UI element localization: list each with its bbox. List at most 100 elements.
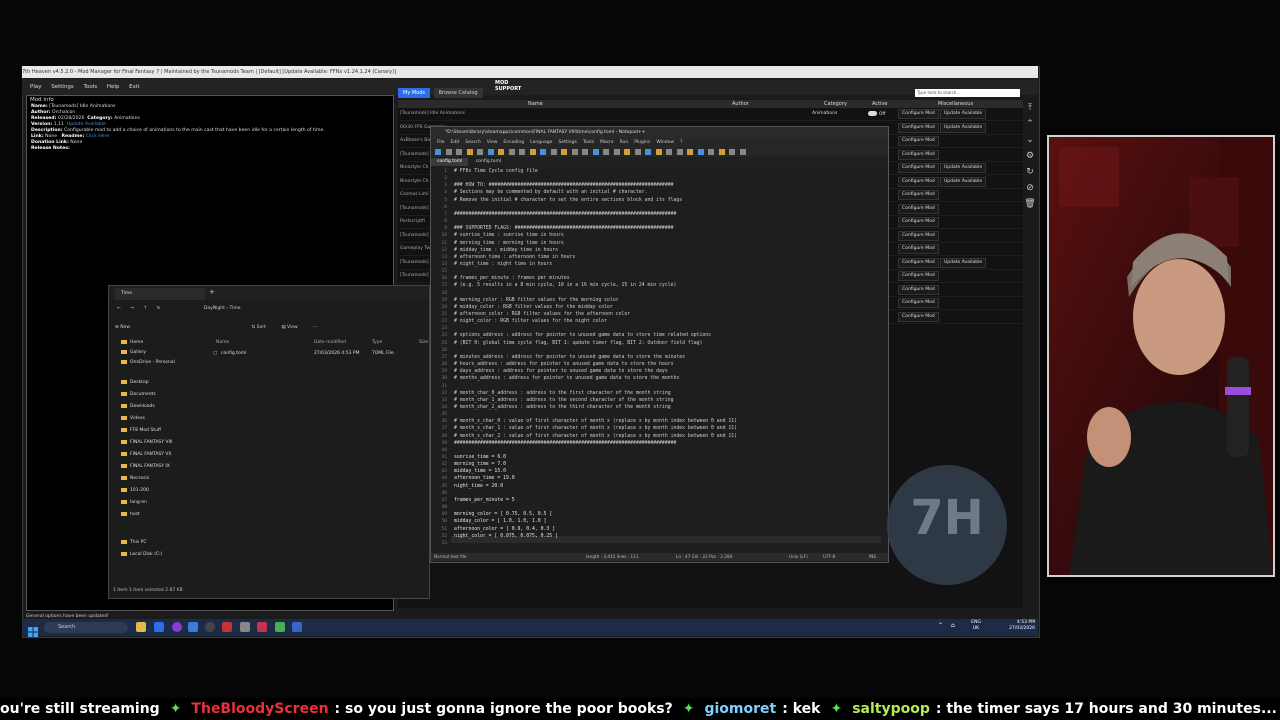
back-icon[interactable]: ←	[117, 306, 121, 311]
more-icon[interactable]: ···	[313, 325, 317, 330]
toolbar-icon[interactable]	[529, 149, 536, 155]
mod-search-input[interactable]: Type here to search...	[915, 89, 1020, 97]
keyboard-language[interactable]: ENG UK	[968, 620, 984, 632]
delete-icon[interactable]: 🗑	[1022, 196, 1038, 212]
notepad-menu-item[interactable]: Encoding	[503, 140, 524, 145]
toolbar-icon[interactable]	[487, 149, 494, 155]
update-available-button[interactable]: Update Available	[940, 163, 987, 173]
nav-item[interactable]: Local Disk (C:)	[121, 550, 162, 559]
col-category[interactable]: Category	[824, 100, 847, 108]
configure-mod-button[interactable]: Configure Mod	[898, 257, 939, 268]
code-editor[interactable]: 1 # FF8x Time Cycle config file 2 3 ### HOW …	[431, 167, 881, 555]
toolbar-icon[interactable]	[540, 149, 546, 155]
browser-icon[interactable]	[154, 622, 164, 632]
nav-item[interactable]: Necrosis	[121, 474, 149, 483]
nav-item[interactable]: FINAL FANTASY VIII	[121, 438, 173, 447]
nav-item[interactable]: Desktop	[121, 378, 149, 387]
toolbar-icon[interactable]	[477, 149, 483, 155]
view-button[interactable]: ▤ View	[281, 325, 297, 330]
toolbar-icon[interactable]	[519, 149, 525, 155]
tab-browse-catalog[interactable]: Browse Catalog	[433, 88, 483, 98]
notepad-menu-item[interactable]: Edit	[451, 140, 460, 145]
tab-config-1[interactable]: config.toml	[431, 158, 469, 166]
steam-icon[interactable]	[188, 622, 198, 632]
move-top-icon[interactable]: ⤒	[1022, 100, 1038, 116]
move-up-icon[interactable]: ⌃	[1022, 116, 1038, 132]
nav-item[interactable]: FF8 Mod Stuff	[121, 426, 161, 435]
notepad-menu-item[interactable]: Plugins	[634, 140, 650, 145]
col-size[interactable]: Size	[419, 340, 428, 345]
tab-config-2[interactable]: config.toml	[470, 158, 507, 166]
notepad-menu-item[interactable]: Search	[465, 140, 480, 145]
configure-mod-button[interactable]: Configure Mod	[898, 203, 939, 214]
toolbar-icon[interactable]	[550, 149, 557, 155]
notepad-menu-item[interactable]: Window	[656, 140, 674, 145]
7h-taskbar-icon[interactable]	[292, 622, 302, 632]
update-available-button[interactable]: Update Available	[940, 176, 987, 187]
windows-start-icon[interactable]	[28, 622, 38, 637]
update-available-button[interactable]: Update Available	[940, 122, 987, 133]
nav-item[interactable]: Gallery	[121, 348, 146, 357]
notepad-menu-item[interactable]: Tools	[583, 140, 594, 145]
file-row[interactable]: ▢ config.toml 27/03/2026 4:53 PM TOML Fi…	[211, 351, 426, 360]
toolbar-icon[interactable]	[613, 149, 620, 155]
nav-item[interactable]: FINAL FANTASY VII	[121, 450, 171, 459]
active-toggle[interactable]: Off	[868, 111, 886, 117]
toolbar-icon[interactable]	[582, 149, 588, 155]
sort-button[interactable]: ⇅ Sort	[251, 325, 265, 330]
file-name[interactable]: config.toml	[221, 351, 246, 356]
obs-icon[interactable]	[172, 622, 182, 632]
menu-tools[interactable]: Tools	[84, 84, 98, 90]
nav-item[interactable]: Videos	[121, 414, 145, 423]
nav-item[interactable]: FINAL FANTASY IX	[121, 462, 170, 471]
block-icon[interactable]: ⊘	[1022, 180, 1038, 196]
update-available-button[interactable]: Update Available	[940, 257, 987, 268]
notepad-menu-item[interactable]: Macro	[600, 140, 614, 145]
taskbar-search[interactable]: Search	[44, 622, 128, 633]
toolbar-icon[interactable]	[592, 149, 599, 155]
col-date-modified[interactable]: Date modified	[314, 340, 346, 345]
move-down-icon[interactable]: ⌄	[1022, 132, 1038, 148]
toolbar-icon[interactable]	[697, 149, 704, 155]
menu-settings[interactable]: Settings	[51, 84, 74, 90]
notepad-menu-item[interactable]: Settings	[558, 140, 576, 145]
explorer-tab[interactable]: Time	[115, 288, 205, 300]
refresh-icon[interactable]: ↻	[157, 306, 161, 311]
app-red-icon[interactable]	[222, 622, 232, 632]
toolbar-icon[interactable]	[456, 149, 462, 155]
nav-item[interactable]: This PC	[121, 538, 146, 547]
toolbar-icon[interactable]	[718, 149, 725, 155]
toolbar-icon[interactable]	[739, 149, 746, 155]
configure-mod-button[interactable]: Configure Mod	[898, 311, 939, 322]
readme-link[interactable]: Click Here	[86, 134, 109, 139]
breadcrumb-daynight[interactable]: DayNight	[204, 306, 225, 311]
tab-my-mods[interactable]: My Mods	[398, 88, 431, 98]
breadcrumb-time[interactable]: Time	[230, 306, 241, 311]
configure-mod-button[interactable]: Configure Mod	[898, 149, 939, 160]
toolbar-icon[interactable]	[571, 149, 578, 155]
configure-mod-button[interactable]: Configure Mod	[898, 284, 939, 295]
nav-item[interactable]: Home	[121, 338, 143, 347]
col-type[interactable]: Type	[372, 340, 382, 345]
toolbar-icon[interactable]	[645, 149, 651, 155]
configure-mod-button[interactable]: Configure Mod	[898, 217, 939, 227]
forward-icon[interactable]: →	[130, 306, 134, 311]
tray-chevron-icon[interactable]: ⌃	[938, 622, 943, 629]
toolbar-icon[interactable]	[676, 149, 683, 155]
configure-mod-button[interactable]: Configure Mod	[898, 176, 939, 187]
notepad-menu-item[interactable]: Run	[620, 140, 629, 145]
refresh-icon[interactable]: ↻	[1022, 164, 1038, 180]
up-icon[interactable]: ↑	[143, 306, 147, 311]
nav-item[interactable]: Documents	[121, 390, 156, 399]
toolbar-icon[interactable]	[466, 149, 473, 155]
mod-row[interactable]: [Tsunamods] Idle Animations Animations Off…	[398, 108, 1023, 121]
new-tab-icon[interactable]: +	[209, 288, 215, 296]
configure-mod-button[interactable]: Configure Mod	[898, 163, 939, 173]
toolbar-icon[interactable]	[729, 149, 735, 155]
update-available-link[interactable]: Update Available	[67, 122, 106, 127]
col-misc[interactable]: Miscellaneous	[938, 100, 973, 108]
toolbar-icon[interactable]	[561, 149, 567, 155]
notepad-menu-item[interactable]: ?	[680, 140, 682, 145]
configure-mod-button[interactable]: Configure Mod	[898, 298, 939, 308]
col-name[interactable]: Name	[528, 100, 543, 108]
